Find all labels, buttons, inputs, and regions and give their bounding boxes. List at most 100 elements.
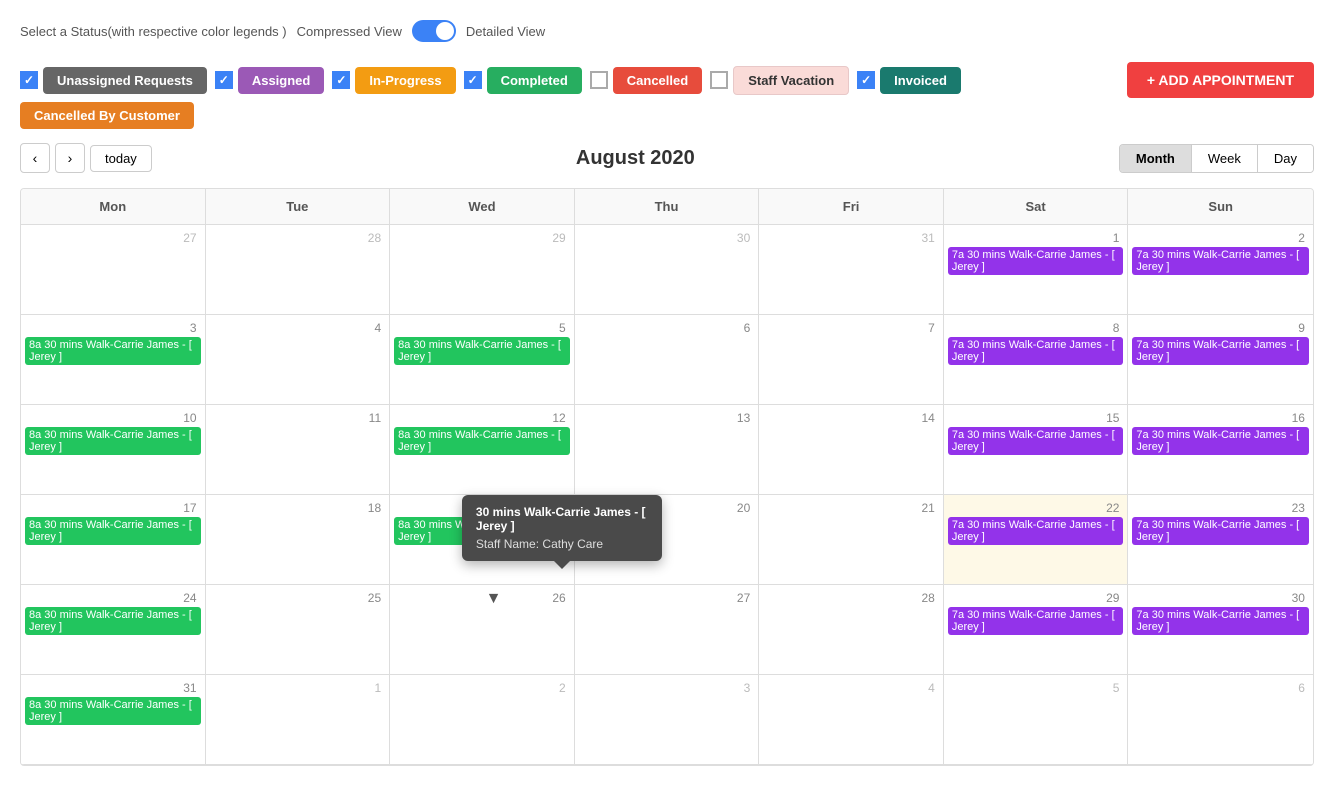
event[interactable]: 8a 30 mins Walk-Carrie James - [ Jerey ]: [25, 337, 201, 365]
legend-checkbox-assigned[interactable]: [215, 71, 233, 89]
event[interactable]: 8a 30 mins Walk-Carrie James - [ Jerey ]: [394, 337, 570, 365]
cal-cell-3-5[interactable]: 227a 30 mins Walk-Carrie James - [ Jerey…: [944, 495, 1129, 585]
event[interactable]: 7a 30 mins Walk-Carrie James - [ Jerey ]: [1132, 427, 1309, 455]
cal-cell-3-0[interactable]: 178a 30 mins Walk-Carrie James - [ Jerey…: [21, 495, 206, 585]
legend-item-invoiced: Invoiced: [857, 67, 961, 94]
date-number: 15: [948, 409, 1124, 427]
cal-cell-3-2[interactable]: 198a 30 mins Walk-Carrie James - [ Jerey…: [390, 495, 575, 585]
legend-checkbox-staffvacation[interactable]: [710, 71, 728, 89]
cal-cell-0-4[interactable]: 31: [759, 225, 944, 315]
cal-cell-5-0[interactable]: 318a 30 mins Walk-Carrie James - [ Jerey…: [21, 675, 206, 765]
cal-cell-2-2[interactable]: 128a 30 mins Walk-Carrie James - [ Jerey…: [390, 405, 575, 495]
date-number: 24: [25, 589, 201, 607]
event[interactable]: 8a 30 mins Walk-Carrie James - [ Jerey ]: [394, 517, 570, 545]
cursor-indicator: ▼: [486, 590, 502, 608]
event[interactable]: 8a 30 mins Walk-Carrie James - [ Jerey ]: [25, 517, 201, 545]
cal-cell-0-0[interactable]: 27: [21, 225, 206, 315]
date-number: 1: [210, 679, 386, 697]
legend-badge-completed[interactable]: Completed: [487, 67, 582, 94]
view-toggle-switch[interactable]: [412, 20, 456, 42]
event[interactable]: 8a 30 mins Walk-Carrie James - [ Jerey ]: [394, 427, 570, 455]
legend-item-cancelled: Cancelled: [590, 67, 702, 94]
header-sat: Sat: [944, 189, 1129, 224]
date-number: 28: [210, 229, 386, 247]
month-view-button[interactable]: Month: [1120, 145, 1192, 172]
cal-cell-5-2[interactable]: 2: [390, 675, 575, 765]
event[interactable]: 8a 30 mins Walk-Carrie James - [ Jerey ]: [25, 427, 201, 455]
cal-cell-1-0[interactable]: 38a 30 mins Walk-Carrie James - [ Jerey …: [21, 315, 206, 405]
cal-cell-5-3[interactable]: 3: [575, 675, 760, 765]
date-number: 3: [25, 319, 201, 337]
cal-cell-1-3[interactable]: 6: [575, 315, 760, 405]
event[interactable]: 7a 30 mins Walk-Carrie James - [ Jerey ]: [1132, 517, 1309, 545]
event[interactable]: 7a 30 mins Walk-Carrie James - [ Jerey ]: [1132, 337, 1309, 365]
event[interactable]: 7a 30 mins Walk-Carrie James - [ Jerey ]: [948, 517, 1124, 545]
cal-cell-4-5[interactable]: 297a 30 mins Walk-Carrie James - [ Jerey…: [944, 585, 1129, 675]
date-number: 12: [394, 409, 570, 427]
event[interactable]: 7a 30 mins Walk-Carrie James - [ Jerey ]: [948, 607, 1124, 635]
cal-cell-0-3[interactable]: 30: [575, 225, 760, 315]
event[interactable]: 8a 30 mins Walk-Carrie James - [ Jerey ]: [25, 607, 201, 635]
calendar-days-header: Mon Tue Wed Thu Fri Sat Sun: [21, 189, 1313, 225]
cal-cell-4-4[interactable]: 28: [759, 585, 944, 675]
cal-cell-4-3[interactable]: 27: [575, 585, 760, 675]
header-thu: Thu: [575, 189, 760, 224]
legend-badge-unassigned[interactable]: Unassigned Requests: [43, 67, 207, 94]
legend-badge-cancelled-by-customer[interactable]: Cancelled By Customer: [20, 102, 194, 129]
cal-cell-5-1[interactable]: 1: [206, 675, 391, 765]
legend-checkbox-inprogress[interactable]: [332, 71, 350, 89]
cal-cell-4-2[interactable]: 26: [390, 585, 575, 675]
legend-checkbox-invoiced[interactable]: [857, 71, 875, 89]
cal-cell-0-5[interactable]: 17a 30 mins Walk-Carrie James - [ Jerey …: [944, 225, 1129, 315]
prev-button[interactable]: ‹: [20, 143, 50, 173]
event[interactable]: 7a 30 mins Walk-Carrie James - [ Jerey ]: [1132, 247, 1309, 275]
next-button[interactable]: ›: [55, 143, 85, 173]
header-mon: Mon: [21, 189, 206, 224]
cal-cell-0-2[interactable]: 29: [390, 225, 575, 315]
legend-badge-assigned[interactable]: Assigned: [238, 67, 325, 94]
cal-cell-1-6[interactable]: 97a 30 mins Walk-Carrie James - [ Jerey …: [1128, 315, 1313, 405]
cal-cell-2-6[interactable]: 167a 30 mins Walk-Carrie James - [ Jerey…: [1128, 405, 1313, 495]
cal-cell-3-3[interactable]: 20: [575, 495, 760, 585]
legend-badge-staffvacation[interactable]: Staff Vacation: [733, 66, 849, 95]
legend-badge-inprogress[interactable]: In-Progress: [355, 67, 455, 94]
legend-badge-cancelled[interactable]: Cancelled: [613, 67, 702, 94]
legend-badge-invoiced[interactable]: Invoiced: [880, 67, 961, 94]
cal-cell-3-6[interactable]: 237a 30 mins Walk-Carrie James - [ Jerey…: [1128, 495, 1313, 585]
cal-cell-2-3[interactable]: 13: [575, 405, 760, 495]
today-button[interactable]: today: [90, 145, 152, 172]
cal-cell-4-6[interactable]: 307a 30 mins Walk-Carrie James - [ Jerey…: [1128, 585, 1313, 675]
header-fri: Fri: [759, 189, 944, 224]
cal-cell-1-2[interactable]: 58a 30 mins Walk-Carrie James - [ Jerey …: [390, 315, 575, 405]
cal-cell-1-5[interactable]: 87a 30 mins Walk-Carrie James - [ Jerey …: [944, 315, 1129, 405]
legend-checkbox-unassigned[interactable]: [20, 71, 38, 89]
week-view-button[interactable]: Week: [1192, 145, 1258, 172]
cal-cell-3-4[interactable]: 21: [759, 495, 944, 585]
cal-cell-1-4[interactable]: 7: [759, 315, 944, 405]
event[interactable]: 8a 30 mins Walk-Carrie James - [ Jerey ]: [25, 697, 201, 725]
cal-cell-2-1[interactable]: 11: [206, 405, 391, 495]
main-container: Select a Status(with respective color le…: [0, 0, 1334, 786]
date-number: 4: [763, 679, 939, 697]
cal-cell-3-1[interactable]: 18: [206, 495, 391, 585]
cal-cell-0-1[interactable]: 28: [206, 225, 391, 315]
cal-cell-5-4[interactable]: 4: [759, 675, 944, 765]
cal-cell-4-1[interactable]: 25: [206, 585, 391, 675]
cal-cell-5-5[interactable]: 5: [944, 675, 1129, 765]
cal-cell-2-5[interactable]: 157a 30 mins Walk-Carrie James - [ Jerey…: [944, 405, 1129, 495]
legend-checkbox-cancelled[interactable]: [590, 71, 608, 89]
cal-cell-5-6[interactable]: 6: [1128, 675, 1313, 765]
toggle-wrapper[interactable]: [412, 20, 456, 42]
add-appointment-button[interactable]: + ADD APPOINTMENT: [1127, 62, 1314, 98]
cal-cell-4-0[interactable]: 248a 30 mins Walk-Carrie James - [ Jerey…: [21, 585, 206, 675]
cal-cell-1-1[interactable]: 4: [206, 315, 391, 405]
legend-checkbox-completed[interactable]: [464, 71, 482, 89]
event[interactable]: 7a 30 mins Walk-Carrie James - [ Jerey ]: [948, 247, 1124, 275]
event[interactable]: 7a 30 mins Walk-Carrie James - [ Jerey ]: [1132, 607, 1309, 635]
day-view-button[interactable]: Day: [1258, 145, 1313, 172]
cal-cell-2-4[interactable]: 14: [759, 405, 944, 495]
cal-cell-0-6[interactable]: 27a 30 mins Walk-Carrie James - [ Jerey …: [1128, 225, 1313, 315]
cal-cell-2-0[interactable]: 108a 30 mins Walk-Carrie James - [ Jerey…: [21, 405, 206, 495]
event[interactable]: 7a 30 mins Walk-Carrie James - [ Jerey ]: [948, 337, 1124, 365]
event[interactable]: 7a 30 mins Walk-Carrie James - [ Jerey ]: [948, 427, 1124, 455]
